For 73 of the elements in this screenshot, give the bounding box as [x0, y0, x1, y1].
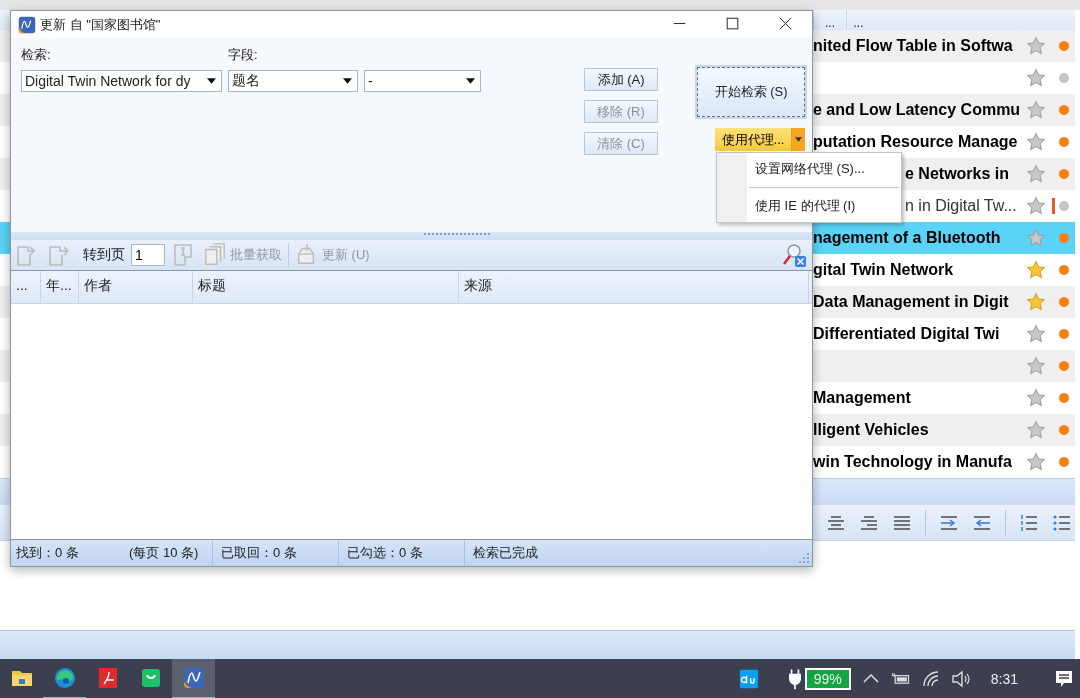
proxy-button[interactable]: 使用代理...: [715, 128, 791, 151]
status-text: 已勾选：0 条: [339, 540, 465, 566]
star-icon[interactable]: [1026, 100, 1046, 120]
status-text: 找到：0 条: [15, 544, 80, 562]
column-header[interactable]: 作者: [79, 271, 193, 303]
status-text: (每页 10 条): [121, 540, 213, 566]
notification-icon[interactable]: [1054, 669, 1074, 689]
action-button[interactable]: 添加 (A): [584, 68, 658, 91]
app-logo-icon: [18, 15, 36, 34]
star-icon[interactable]: [1026, 356, 1046, 376]
status-text: 已取回：0 条: [213, 540, 339, 566]
star-icon[interactable]: [1026, 132, 1046, 152]
reference-title: nagement of a Bluetooth: [813, 229, 1001, 247]
numbered-list-icon[interactable]: [1019, 514, 1039, 531]
outdent-icon[interactable]: [972, 514, 992, 531]
reference-title: lligent Vehicles: [813, 421, 929, 439]
volume-icon[interactable]: [950, 669, 971, 689]
reference-title: Differentiated Digital Twi: [813, 325, 1000, 343]
caret-icon: [207, 78, 216, 84]
caret-icon: [795, 137, 802, 142]
star-icon[interactable]: [1026, 36, 1046, 56]
star-icon[interactable]: [1026, 228, 1046, 248]
reference-title: n in Digital Tw...: [905, 197, 1017, 215]
reference-title: e and Low Latency Commu: [813, 101, 1021, 119]
star-icon[interactable]: [1026, 164, 1046, 184]
clear-search-icon[interactable]: [782, 242, 808, 268]
start-search-button[interactable]: 开始检索 (S): [697, 67, 805, 117]
field-label: 字段:: [228, 46, 259, 64]
operator-combo[interactable]: -: [364, 70, 481, 92]
cloud-drive-icon[interactable]: [738, 669, 759, 689]
status-text: 检索已完成: [472, 544, 539, 562]
reference-title: Data Management in Digit: [813, 293, 1009, 311]
field-combo[interactable]: 题名: [228, 70, 358, 92]
star-icon[interactable]: [1026, 388, 1046, 408]
documents-icon: [203, 243, 227, 267]
window-title: 更新 自 "国家图书馆": [40, 15, 161, 34]
clock-time[interactable]: 8:31: [990, 671, 1018, 687]
star-icon[interactable]: [1026, 196, 1046, 216]
reference-title: nited Flow Table in Softwa: [813, 37, 1013, 55]
column-header[interactable]: 标题: [193, 271, 459, 303]
search-label: 检索:: [21, 46, 52, 64]
menu-item[interactable]: 使用 IE 的代理 (I): [717, 192, 901, 220]
reference-title: Management: [813, 389, 911, 407]
search-combo[interactable]: Digital Twin Network for dy: [21, 70, 222, 92]
align-right-icon[interactable]: [859, 514, 879, 531]
power-plug-icon: [788, 668, 801, 690]
reference-title: putation Resource Manage: [813, 133, 1018, 151]
column-header[interactable]: ...: [11, 271, 41, 303]
star-icon[interactable]: [1026, 324, 1046, 344]
justify-icon[interactable]: [892, 514, 912, 531]
caret-icon: [343, 78, 352, 84]
indent-icon[interactable]: [939, 514, 959, 531]
reference-title: e Networks in: [905, 165, 1010, 183]
reference-title: win Technology in Manufa: [813, 453, 1012, 471]
star-icon[interactable]: [1026, 68, 1046, 88]
dropdown-button[interactable]: [791, 128, 805, 151]
page-input[interactable]: 1: [131, 244, 165, 266]
resize-grip-icon[interactable]: [798, 552, 810, 564]
column-header[interactable]: 来源: [459, 271, 809, 303]
battery-level: 99%: [804, 668, 851, 690]
star-icon[interactable]: [1026, 292, 1046, 312]
go-to-page-label: 转到页: [83, 246, 125, 264]
star-icon[interactable]: [1026, 420, 1046, 440]
caret-icon: [466, 78, 475, 84]
wifi-icon[interactable]: [920, 669, 941, 689]
menu-item[interactable]: 设置网络代理 (S)...: [717, 155, 901, 183]
align-center-icon[interactable]: [826, 514, 846, 531]
star-icon[interactable]: [1026, 260, 1046, 280]
reference-title: gital Twin Network: [813, 261, 954, 279]
bullet-list-icon[interactable]: [1052, 514, 1072, 531]
star-icon[interactable]: [1026, 452, 1046, 472]
notes-app-icon[interactable]: [172, 659, 215, 698]
column-header[interactable]: 年...: [41, 271, 79, 303]
